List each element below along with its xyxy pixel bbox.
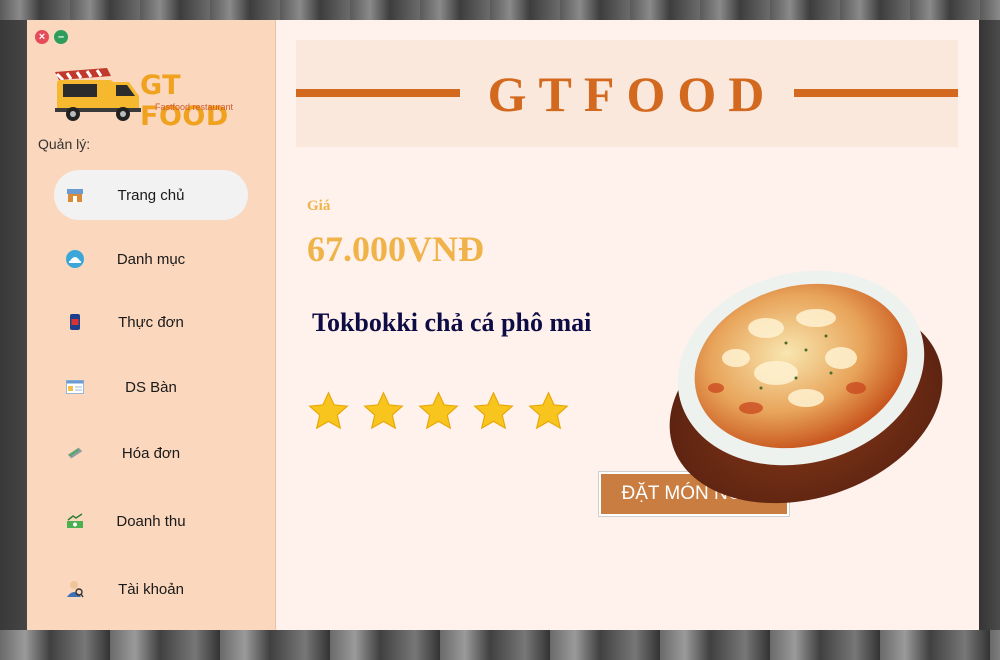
price-value: 67.000VNĐ [307,229,484,269]
menu-icon [66,313,84,331]
sidebar-item-revenue[interactable]: Doanh thu [54,496,248,546]
food-truck-icon [55,68,141,121]
desktop-background-bottom [0,630,1000,660]
sidebar-item-tables[interactable]: DS Bàn [54,362,248,412]
star-icon [418,391,459,430]
sidebar: × – GT FOOD Fastfood restaurant Quản lý: [27,20,276,630]
invoice-icon [66,444,84,462]
app-window: × – GT FOOD Fastfood restaurant Quản lý: [27,20,979,630]
dish-name: Tokbokki chả cá phô mai [312,308,592,337]
home-icon [66,186,84,204]
rating-stars [307,390,570,433]
star-icon [308,391,349,430]
star-icon [473,391,514,430]
table-list-icon [66,378,84,396]
dish-image [669,270,943,504]
section-label: Quản lý: [38,136,91,152]
logo: GT FOOD Fastfood restaurant [49,62,259,132]
revenue-icon [66,512,84,530]
price-label: Giá [307,198,331,214]
sidebar-item-category[interactable]: Danh mục [54,234,248,284]
category-icon [66,250,84,268]
sidebar-item-account[interactable]: Tài khoản [54,564,248,614]
logo-name: GT FOOD [140,70,229,132]
star-icon [528,391,569,430]
sidebar-item-invoice[interactable]: Hóa đơn [54,428,248,478]
banner-title: GTFOOD [487,65,777,122]
minimize-button[interactable]: – [54,30,68,44]
banner: GTFOOD [296,40,958,147]
star-icon [363,391,404,430]
desktop-background-top [0,0,1000,20]
close-button[interactable]: × [35,30,49,44]
account-icon [66,580,84,598]
sidebar-item-home[interactable]: Trang chủ [54,170,248,220]
sidebar-item-menu[interactable]: Thực đơn [54,297,248,347]
logo-tagline: Fastfood restaurant [155,102,234,112]
main-content: GTFOOD Giá 67.000VNĐ Tokbokki chả cá phô… [276,20,979,630]
